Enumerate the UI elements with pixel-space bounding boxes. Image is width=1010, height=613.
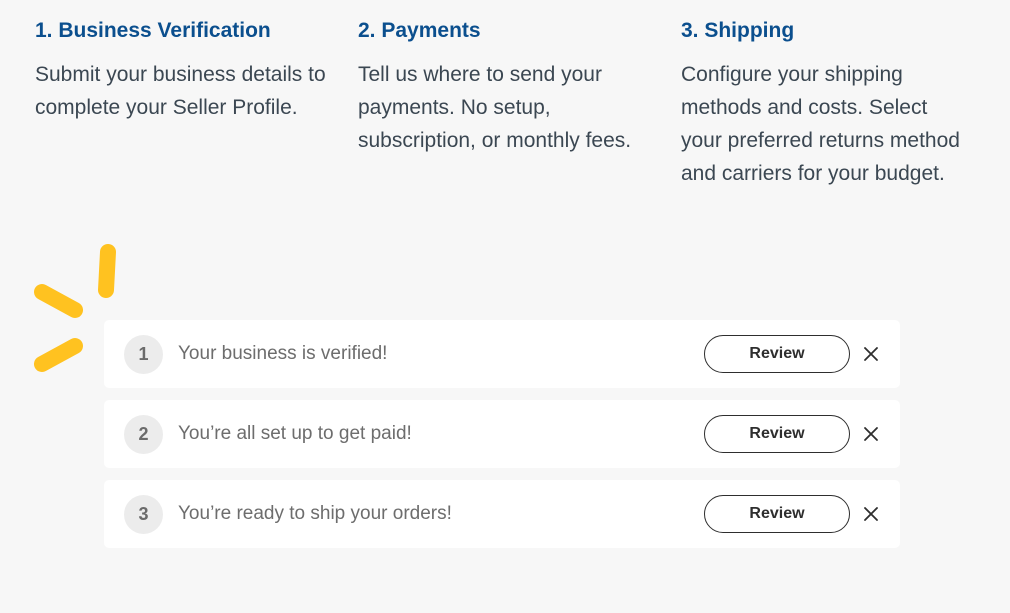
close-icon[interactable] — [862, 345, 880, 363]
status-row-business: 1 Your business is verified! Review — [104, 320, 900, 388]
review-button[interactable]: Review — [704, 415, 850, 453]
step-payments: 2. Payments Tell us where to send your p… — [358, 16, 656, 190]
step-title: 3. Shipping — [681, 19, 795, 42]
step-description: Configure your shipping methods and cost… — [681, 63, 960, 185]
status-row-payments: 2 You’re all set up to get paid! Review — [104, 400, 900, 468]
review-button[interactable]: Review — [704, 335, 850, 373]
status-message: You’re all set up to get paid! — [178, 423, 412, 444]
onboarding-page: 1. Business Verification Submit your bus… — [0, 0, 1010, 613]
step-title: 1. Business Verification — [35, 19, 271, 42]
step-description: Submit your business details to complete… — [35, 63, 326, 119]
step-shipping: 3. Shipping Configure your shipping meth… — [681, 16, 971, 190]
step-number-badge: 1 — [124, 334, 163, 374]
status-message: You’re ready to ship your orders! — [178, 503, 452, 524]
step-number-badge: 2 — [124, 414, 163, 454]
steps-columns: 1. Business Verification Submit your bus… — [35, 16, 971, 190]
step-title: 2. Payments — [358, 19, 481, 42]
step-business-verification: 1. Business Verification Submit your bus… — [35, 16, 333, 190]
close-icon[interactable] — [862, 505, 880, 523]
status-row-shipping: 3 You’re ready to ship your orders! Revi… — [104, 480, 900, 548]
step-number-badge: 3 — [124, 494, 163, 534]
status-list: 1 Your business is verified! Review 2 Yo… — [104, 320, 900, 560]
status-message: Your business is verified! — [178, 343, 388, 364]
review-button[interactable]: Review — [704, 495, 850, 533]
close-icon[interactable] — [862, 425, 880, 443]
step-description: Tell us where to send your payments. No … — [358, 63, 632, 152]
